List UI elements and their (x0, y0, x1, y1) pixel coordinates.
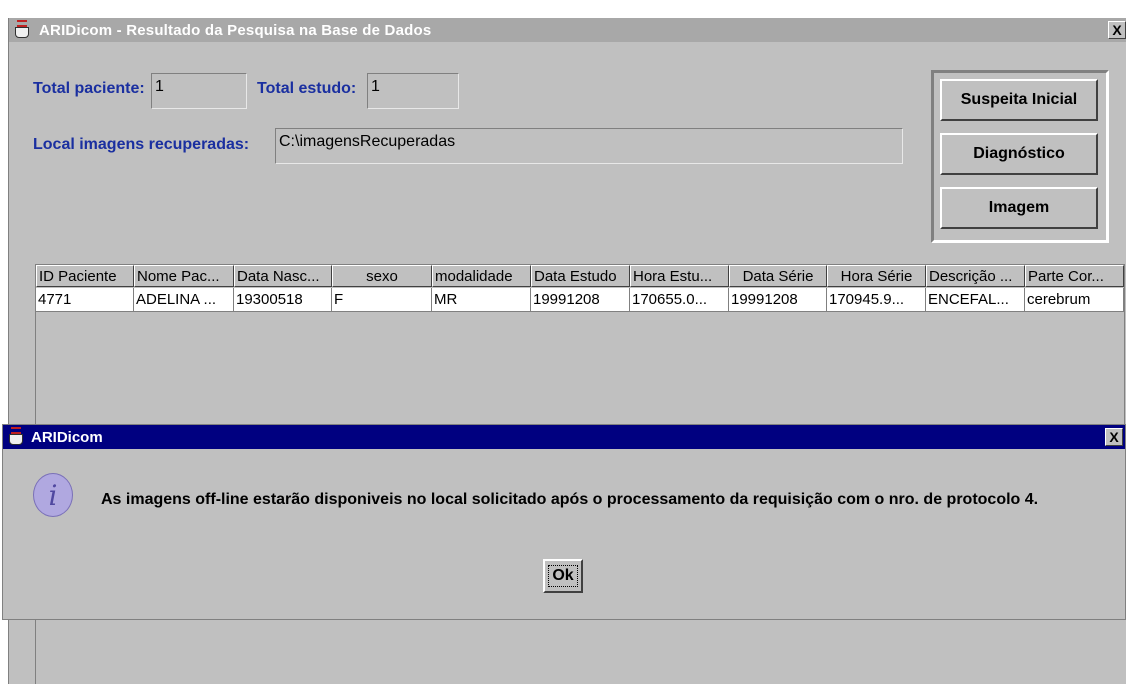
table-cell: 4771 (36, 288, 134, 312)
table-cell: ADELINA ... (134, 288, 234, 312)
column-header[interactable]: modalidade (432, 265, 531, 287)
column-header[interactable]: Data Nasc... (234, 265, 332, 287)
local-imagens-label: Local imagens recuperadas: (33, 136, 250, 153)
table-cell: ENCEFAL... (926, 288, 1025, 312)
total-paciente-field: 1 (151, 73, 247, 109)
column-header[interactable]: sexo (332, 265, 432, 287)
column-header[interactable]: Descrição ... (926, 265, 1025, 287)
table-cell: 19300518 (234, 288, 332, 312)
table-cell: cerebrum (1025, 288, 1124, 312)
column-header[interactable]: ID Paciente (36, 265, 134, 287)
info-icon: i (33, 473, 73, 517)
suspeita-inicial-button[interactable]: Suspeita Inicial (940, 79, 1098, 121)
table-cell: 19991208 (531, 288, 630, 312)
actions-panel: Suspeita Inicial Diagnóstico Imagem (931, 70, 1109, 243)
diagnostico-button[interactable]: Diagnóstico (940, 133, 1098, 175)
column-header[interactable]: Parte Cor... (1025, 265, 1124, 287)
column-header[interactable]: Nome Pac... (134, 265, 234, 287)
total-estudo-label: Total estudo: (257, 80, 357, 97)
column-header[interactable]: Data Série (729, 265, 827, 287)
local-imagens-field[interactable]: C:\imagensRecuperadas (275, 128, 903, 164)
dialog-title: ARIDicom (31, 428, 103, 446)
java-cup-icon (7, 427, 27, 447)
ok-button-label: Ok (548, 565, 578, 587)
main-titlebar: ARIDicom - Resultado da Pesquisa na Base… (9, 18, 1126, 42)
close-window-button[interactable]: X (1108, 21, 1126, 39)
imagem-button[interactable]: Imagem (940, 187, 1098, 229)
table-header: ID Paciente Nome Pac... Data Nasc... sex… (36, 265, 1124, 287)
table-cell: 19991208 (729, 288, 827, 312)
dialog-titlebar: ARIDicom X (3, 425, 1125, 449)
table-cell: MR (432, 288, 531, 312)
window-title: ARIDicom - Resultado da Pesquisa na Base… (39, 21, 432, 39)
column-header[interactable]: Hora Série (827, 265, 926, 287)
column-header[interactable]: Data Estudo (531, 265, 630, 287)
table-cell: 170945.9... (827, 288, 926, 312)
lower-panel (35, 616, 1125, 684)
close-dialog-button[interactable]: X (1105, 428, 1123, 446)
total-estudo-field: 1 (367, 73, 459, 109)
table-cell: 170655.0... (630, 288, 729, 312)
results-table: ID Paciente Nome Pac... Data Nasc... sex… (35, 264, 1125, 432)
dialog-message: As imagens off-line estarão disponiveis … (101, 491, 1039, 508)
column-header[interactable]: Hora Estu... (630, 265, 729, 287)
java-cup-icon (13, 20, 33, 40)
ok-button[interactable]: Ok (543, 559, 583, 593)
total-paciente-label: Total paciente: (33, 80, 145, 97)
table-row[interactable]: 4771 ADELINA ... 19300518 F MR 19991208 … (36, 288, 1124, 312)
info-dialog: ARIDicom X i As imagens off-line estarão… (2, 424, 1126, 620)
table-cell: F (332, 288, 432, 312)
